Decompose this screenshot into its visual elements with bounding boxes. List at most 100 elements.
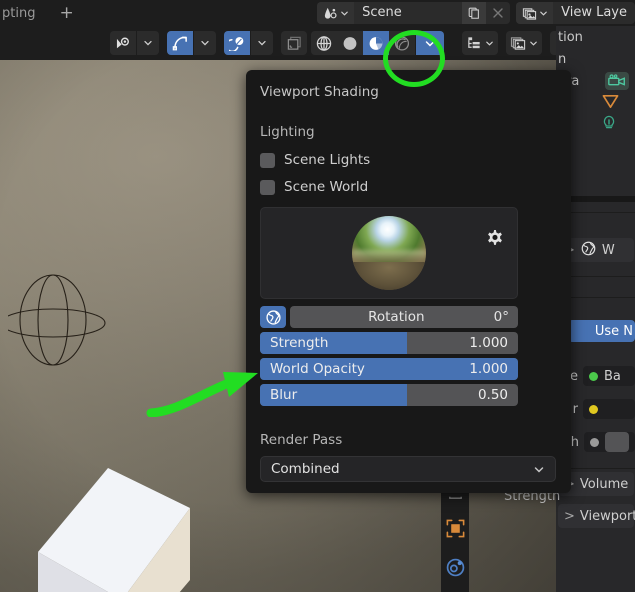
outliner-row[interactable]: tion xyxy=(556,26,635,48)
material-preview-icon[interactable] xyxy=(363,31,389,55)
strength-slider[interactable] xyxy=(605,432,629,452)
top-bar: pting + Scene View Laye xyxy=(0,0,635,26)
scene-world-row[interactable]: Scene World xyxy=(260,176,557,198)
blender-window: pting + Scene View Laye tion n W Use N e… xyxy=(0,0,635,592)
view-layer-icon[interactable] xyxy=(506,31,542,55)
scene-lights-checkbox[interactable] xyxy=(260,152,275,168)
chevron-down-icon xyxy=(530,41,537,46)
chevron-down-icon xyxy=(534,466,544,472)
color-swatch-label: Ba xyxy=(604,368,621,384)
proportional-tool-group xyxy=(224,31,273,55)
render-pass-select[interactable]: Combined xyxy=(260,456,556,482)
strength-slider[interactable]: Strength 1.000 xyxy=(260,332,518,354)
strength-slider-value: 1.000 xyxy=(469,335,508,351)
volume-label: Volume xyxy=(579,476,629,492)
world-tab-icon[interactable] xyxy=(445,557,466,582)
hdri-preview[interactable] xyxy=(260,207,518,299)
filter-group xyxy=(462,31,498,55)
chevron-down-icon xyxy=(258,40,266,46)
properties-tab-strip xyxy=(441,480,469,592)
chevron-down-icon xyxy=(201,40,209,46)
rotation-label: Rotation xyxy=(368,309,425,325)
viewport-shading-popup[interactable]: Viewport Shading Lighting Scene Lights S… xyxy=(246,70,571,493)
world-opacity-slider[interactable]: World Opacity 1.000 xyxy=(260,358,518,380)
delete-scene-button[interactable] xyxy=(486,2,511,24)
outliner-label: tion xyxy=(558,29,583,45)
color-swatch xyxy=(589,404,598,414)
empty-icon[interactable] xyxy=(601,93,620,114)
chevron-down-icon xyxy=(486,41,493,46)
object-tab-icon[interactable] xyxy=(445,518,466,543)
light-icon[interactable] xyxy=(600,114,618,136)
world-globe-icon[interactable] xyxy=(260,306,286,328)
hdri-preview-ball xyxy=(352,216,426,290)
view-layer-name[interactable]: View Laye xyxy=(553,2,635,24)
scene-world-checkbox[interactable] xyxy=(260,179,275,195)
view-layer-selector[interactable]: View Laye xyxy=(516,2,635,24)
chevron-down-icon xyxy=(144,40,152,46)
render-pass-label: Render Pass xyxy=(260,432,343,448)
overlays-icon[interactable] xyxy=(281,31,307,55)
view-layer-icon[interactable] xyxy=(516,2,554,24)
camera-icon[interactable] xyxy=(605,72,630,90)
scene-name[interactable]: Scene xyxy=(354,2,462,24)
viewport-header xyxy=(0,26,635,60)
rotation-value: 0° xyxy=(493,309,509,325)
light-gizmo[interactable] xyxy=(0,265,108,385)
strength-slider-label: Strength xyxy=(270,335,329,351)
object-visibility-icon[interactable] xyxy=(110,31,136,55)
scene-lights-label: Scene Lights xyxy=(284,152,371,168)
new-scene-button[interactable] xyxy=(462,2,487,24)
color-swatch xyxy=(589,371,598,381)
solid-shading-icon[interactable] xyxy=(337,31,363,55)
chevron-down-icon xyxy=(341,11,348,16)
world-opacity-slider-value: 1.000 xyxy=(469,361,508,377)
snap-magnet-icon[interactable] xyxy=(167,31,193,55)
world-icon xyxy=(580,240,597,261)
workspace-tab-scripting[interactable]: pting xyxy=(2,6,35,21)
viewport-display-section[interactable]: > Viewport Display xyxy=(558,504,635,528)
shading-dropdown-chevron[interactable] xyxy=(416,31,444,55)
viewport-display-label: Viewport Display xyxy=(579,508,635,524)
visibility-dropdown[interactable] xyxy=(137,31,159,55)
top-bar-right: Scene View Laye xyxy=(317,2,635,24)
render-pass-value: Combined xyxy=(271,461,340,477)
strength-dot xyxy=(590,437,599,447)
filter-icon[interactable] xyxy=(462,31,498,55)
chevron-down-icon xyxy=(540,11,547,16)
proportional-dropdown[interactable] xyxy=(251,31,273,55)
blur-slider-label: Blur xyxy=(270,387,298,403)
overlays-tool-group xyxy=(281,31,307,55)
snap-tool-group xyxy=(167,31,216,55)
proportional-edit-icon[interactable] xyxy=(224,31,250,55)
popup-title: Viewport Shading xyxy=(260,84,379,100)
outliner-label: n xyxy=(558,51,567,67)
add-workspace-button[interactable]: + xyxy=(55,4,77,22)
rendered-shading-icon[interactable] xyxy=(389,31,415,55)
scene-world-label: Scene World xyxy=(284,179,369,195)
world-opacity-slider-label: World Opacity xyxy=(270,361,365,377)
lighting-label: Lighting xyxy=(260,124,315,140)
scene-icon[interactable] xyxy=(317,2,355,24)
blur-slider-value: 0.50 xyxy=(477,387,508,403)
snap-dropdown[interactable] xyxy=(194,31,216,55)
color-row-2-label: r xyxy=(572,401,578,417)
view-layer-group xyxy=(506,31,542,55)
strength-field[interactable] xyxy=(584,432,635,452)
background-color-field[interactable]: Ba xyxy=(583,366,635,386)
use-nodes-button[interactable]: Use N xyxy=(568,320,635,342)
scene-lights-row[interactable]: Scene Lights xyxy=(260,149,557,171)
outliner-row[interactable]: n xyxy=(556,48,635,70)
wireframe-icon[interactable] xyxy=(311,31,337,55)
visibility-tool-group xyxy=(110,31,159,55)
color-field-2[interactable] xyxy=(583,399,635,419)
scene-selector[interactable]: Scene xyxy=(317,2,511,24)
gear-icon[interactable] xyxy=(485,228,505,252)
cube[interactable] xyxy=(30,460,210,592)
world-panel-label: W xyxy=(601,242,615,258)
blur-slider[interactable]: Blur 0.50 xyxy=(260,384,518,406)
rotation-row: Rotation 0° xyxy=(260,306,518,328)
shading-mode-group xyxy=(311,31,444,55)
viewport-display-chevron[interactable]: > xyxy=(564,509,575,524)
rotation-field[interactable]: Rotation 0° xyxy=(290,306,518,328)
